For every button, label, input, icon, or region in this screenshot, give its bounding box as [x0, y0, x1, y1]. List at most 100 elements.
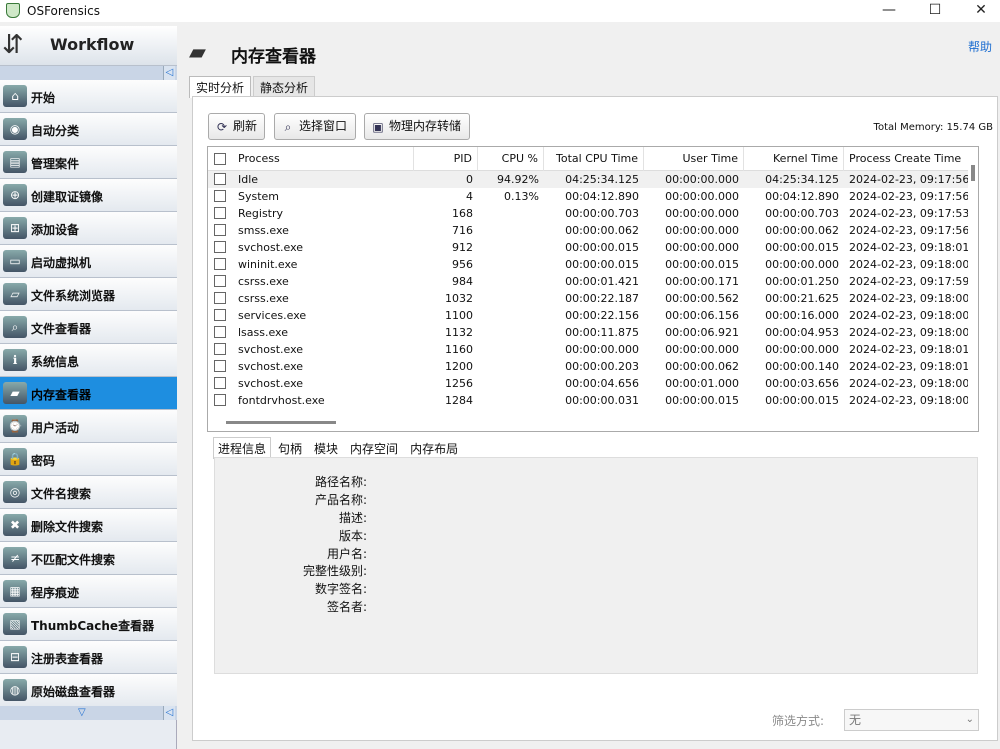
row-checkbox[interactable]	[214, 190, 226, 202]
row-checkbox[interactable]	[214, 292, 226, 304]
table-cell: 00:00:00.062	[665, 360, 739, 373]
refresh-button[interactable]: ⟳ 刷新	[208, 113, 265, 140]
row-checkbox[interactable]	[214, 377, 226, 389]
column-header[interactable]: Process Create Time	[844, 147, 968, 171]
sidebar-item[interactable]: ◉ 自动分类	[0, 113, 177, 146]
row-checkbox[interactable]	[214, 360, 226, 372]
table-header: Process PID CPU % Total CPU Time User Ti…	[208, 147, 968, 171]
row-checkbox[interactable]	[214, 275, 226, 287]
column-header[interactable]: User Time	[644, 147, 744, 171]
sidebar-item[interactable]: ⊞ 添加设备	[0, 212, 177, 245]
sidebar-item[interactable]: ▧ ThumbCache查看器	[0, 608, 177, 641]
tab-memory-layout[interactable]: 内存布局	[405, 437, 463, 459]
sidebar-item-label: 不匹配文件搜索	[31, 553, 116, 567]
mismatch-file-icon: ≠	[3, 547, 27, 569]
sidebar-item[interactable]: ▤ 管理案件	[0, 146, 177, 179]
row-checkbox[interactable]	[214, 343, 226, 355]
table-row[interactable]: Registry 168 00:00:00.703 00:00:00.000 00:00…	[208, 205, 968, 222]
sidebar-item[interactable]: ≠ 不匹配文件搜索	[0, 542, 177, 575]
table-row[interactable]: csrss.exe 984 00:00:01.421 00:00:00.171 00:0…	[208, 273, 968, 290]
tab-static-analysis[interactable]: 静态分析	[253, 76, 316, 98]
tab-live-analysis[interactable]: 实时分析	[189, 76, 252, 98]
table-row[interactable]: fontdrvhost.exe 1284 00:00:00.031 00:00:00.…	[208, 392, 968, 409]
select-window-button[interactable]: ⌕ 选择窗口	[274, 113, 356, 140]
row-checkbox[interactable]	[214, 241, 226, 253]
row-checkbox[interactable]	[214, 173, 226, 185]
horizontal-scrollbar[interactable]	[226, 421, 336, 424]
sidebar-item[interactable]: ⌕ 文件查看器	[0, 311, 177, 344]
sidebar-item-label: 启动虚拟机	[31, 256, 92, 270]
column-header[interactable]: Process	[233, 147, 414, 171]
row-checkbox[interactable]	[214, 207, 226, 219]
tab-memory-space[interactable]: 内存空间	[345, 437, 403, 459]
chevron-down-icon: ⌄	[965, 714, 974, 725]
scroll-thumb[interactable]	[971, 165, 975, 181]
sidebar-item[interactable]: ◍ 原始磁盘查看器	[0, 674, 177, 707]
sidebar-item[interactable]: ⌚ 用户活动	[0, 410, 177, 443]
row-checkbox[interactable]	[214, 258, 226, 270]
sidebar-item[interactable]: ⊕ 创建取证镜像	[0, 179, 177, 212]
tab-process-info[interactable]: 进程信息	[213, 437, 272, 459]
tab-modules[interactable]: 模块	[309, 437, 343, 459]
row-checkbox[interactable]	[214, 326, 226, 338]
help-link[interactable]: 帮助	[968, 38, 992, 55]
table-row[interactable]: wininit.exe 956 00:00:00.015 00:00:00.015 00…	[208, 256, 968, 273]
table-row[interactable]: Idle 0 94.92% 04:25:34.125 00:00:00.000 04:25…	[208, 171, 968, 188]
row-checkbox[interactable]	[214, 394, 226, 406]
maximize-button[interactable]: ☐	[912, 0, 958, 22]
table-cell: 00:00:00.031	[565, 394, 639, 407]
sidebar-scroll-top: ◁	[0, 66, 177, 80]
table-row[interactable]: svchost.exe 1200 00:00:00.203 00:00:00.062 0…	[208, 358, 968, 375]
table-cell	[478, 392, 544, 409]
tab-handles[interactable]: 句柄	[273, 437, 307, 459]
table-row[interactable]: svchost.exe 1160 00:00:00.000 00:00:00.000 0…	[208, 341, 968, 358]
scroll-down-icon[interactable]: ▽	[78, 706, 86, 720]
table-cell: Idle	[238, 173, 259, 186]
table-row[interactable]: svchost.exe 1256 00:00:04.656 00:00:01.000 0…	[208, 375, 968, 392]
table-cell: 00:00:00.000	[665, 173, 739, 186]
sidebar-item[interactable]: ⌂ 开始	[0, 80, 177, 113]
sidebar-item[interactable]: ◎ 文件名搜索	[0, 476, 177, 509]
table-row[interactable]: csrss.exe 1032 00:00:22.187 00:00:00.562 00:…	[208, 290, 968, 307]
table-row[interactable]: System 4 0.13% 00:04:12.890 00:00:00.000 00:0…	[208, 188, 968, 205]
table-cell: csrss.exe	[238, 292, 289, 305]
table-row[interactable]: services.exe 1100 00:00:22.156 00:00:06.156…	[208, 307, 968, 324]
path-name-label: 路径名称:	[314, 475, 367, 489]
sidebar-item-label: 原始磁盘查看器	[31, 685, 116, 699]
table-cell: 2024-02-23, 09:18:01	[849, 360, 968, 373]
table-cell: 00:00:01.421	[565, 275, 639, 288]
table-row[interactable]: lsass.exe 1132 00:00:11.875 00:00:06.921 00:…	[208, 324, 968, 341]
table-cell: System	[238, 190, 280, 203]
dump-memory-button[interactable]: ▣ 物理内存转储	[364, 113, 470, 140]
scroll-up-icon[interactable]: ◁	[163, 66, 175, 80]
table-cell: 0.13%	[504, 190, 539, 203]
sidebar-item[interactable]: ⊟ 注册表查看器	[0, 641, 177, 674]
select-all-checkbox[interactable]	[214, 153, 226, 165]
column-header[interactable]: PID	[414, 147, 478, 171]
sidebar-item[interactable]: ▱ 文件系统浏览器	[0, 278, 177, 311]
sidebar-item[interactable]: ▭ 启动虚拟机	[0, 245, 177, 278]
sidebar-item[interactable]: ▦ 程序痕迹	[0, 575, 177, 608]
column-header[interactable]: CPU %	[478, 147, 544, 171]
row-checkbox[interactable]	[214, 224, 226, 236]
program-artifacts-icon: ▦	[3, 580, 27, 602]
row-checkbox[interactable]	[214, 309, 226, 321]
column-header[interactable]: Kernel Time	[744, 147, 844, 171]
vertical-scrollbar[interactable]	[968, 147, 978, 431]
detail-tabs: 进程信息 句柄 模块 内存空间 内存布局	[213, 437, 465, 459]
minimize-button[interactable]: —	[866, 0, 912, 22]
scroll-left-icon[interactable]: ◁	[163, 706, 175, 720]
column-header[interactable]: Total CPU Time	[544, 147, 644, 171]
table-cell: 00:00:00.171	[665, 275, 739, 288]
sidebar-item[interactable]: ✖ 删除文件搜索	[0, 509, 177, 542]
refresh-icon: ⟳	[216, 120, 228, 134]
sidebar-item[interactable]: ℹ 系统信息	[0, 344, 177, 377]
filter-select[interactable]: 无 ⌄	[844, 709, 979, 731]
close-button[interactable]: ✕	[958, 0, 1000, 22]
table-row[interactable]: svchost.exe 912 00:00:00.015 00:00:00.000 00…	[208, 239, 968, 256]
table-cell: 00:00:00.703	[565, 207, 639, 220]
table-row[interactable]: smss.exe 716 00:00:00.062 00:00:00.000 00:00…	[208, 222, 968, 239]
window-title: OSForensics	[27, 4, 100, 18]
sidebar-item[interactable]: 🔒 密码	[0, 443, 177, 476]
sidebar-item[interactable]: ▰ 内存查看器	[0, 377, 177, 410]
